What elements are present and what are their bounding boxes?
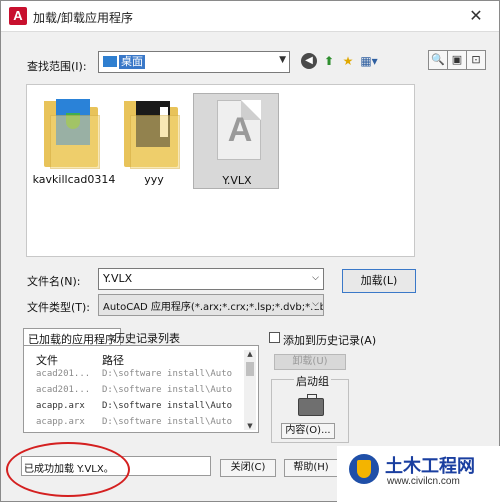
chevron-down-icon[interactable]: ⌵: [312, 299, 319, 309]
watermark-title: 土木工程网: [385, 456, 475, 476]
file-item-kavkillcad0314[interactable]: kavkillcad0314: [31, 93, 117, 189]
close-icon[interactable]: ✕: [465, 5, 487, 27]
up-folder-icon[interactable]: ⬆: [321, 53, 337, 69]
scroll-thumb[interactable]: [246, 362, 254, 376]
search-location-icon[interactable]: ▣: [447, 50, 467, 70]
add-history-label[interactable]: 添加到历史记录(A): [283, 332, 376, 348]
unload-button[interactable]: 卸载(U): [274, 354, 346, 370]
list-item[interactable]: acad201... D:\software install\Auto: [30, 382, 244, 398]
list-item[interactable]: acad201... D:\software install\Auto: [30, 366, 244, 382]
filename-value: Y.VLX: [103, 272, 133, 285]
scroll-down-icon[interactable]: ▼: [244, 422, 256, 430]
loaded-apps-panel: 文件 路径 acad201... D:\software install\Aut…: [23, 345, 259, 433]
add-history-checkbox[interactable]: [269, 332, 280, 343]
filetype-label: 文件类型(T):: [27, 301, 91, 314]
tab-history-list[interactable]: 历史记录列表: [110, 328, 184, 346]
new-folder-icon[interactable]: ★: [340, 53, 356, 69]
file-name: kavkillcad0314: [32, 173, 116, 186]
help-button[interactable]: 帮助(H): [284, 459, 338, 477]
folder-icon: [44, 97, 104, 169]
back-icon[interactable]: ◀: [301, 53, 317, 69]
file-list-pane[interactable]: kavkillcad0314 yyy A Y.VLX: [26, 84, 415, 257]
load-button[interactable]: 加载(L): [342, 269, 416, 293]
list-scrollbar[interactable]: ▲ ▼: [244, 350, 256, 430]
lookin-dropdown[interactable]: 桌面 ▼: [98, 51, 290, 73]
lookin-value: 桌面: [119, 55, 145, 69]
loaded-apps-list[interactable]: 文件 路径 acad201... D:\software install\Aut…: [30, 352, 244, 430]
autocad-icon: A: [9, 7, 27, 25]
tab-loaded-applications[interactable]: 已加载的应用程序: [23, 328, 121, 346]
filename-label: 文件名(N):: [27, 275, 81, 288]
file-name: yyy: [144, 173, 164, 186]
watermark-url: www.civilcn.com: [387, 476, 460, 487]
red-circle-annotation: [6, 442, 130, 497]
load-unload-dialog: A 加载/卸载应用程序 ✕ 查找范围(I): 桌面 ▼ ◀ ⬆ ★ ▦▾ 🔍 ▣…: [0, 0, 500, 502]
filetype-value: AutoCAD 应用程序(*.arx;*.crx;*.lsp;*.dvb;*.d…: [103, 302, 324, 313]
lookin-label: 查找范围(I):: [27, 60, 87, 73]
file-item-y-vlx[interactable]: A Y.VLX: [193, 93, 279, 189]
ftp-icon[interactable]: ⊡: [466, 50, 486, 70]
scroll-up-icon[interactable]: ▲: [244, 350, 256, 358]
title-bar: A 加载/卸载应用程序 ✕: [1, 1, 499, 32]
chevron-down-icon[interactable]: ⌵: [312, 273, 319, 283]
window-title: 加载/卸载应用程序: [33, 11, 134, 25]
filename-input[interactable]: Y.VLX ⌵: [98, 268, 324, 290]
find-file-icon[interactable]: 🔍: [428, 50, 448, 70]
views-menu-icon[interactable]: ▦▾: [359, 53, 379, 69]
desktop-folder-icon: [103, 56, 117, 67]
close-button[interactable]: 关闭(C): [220, 459, 276, 477]
filetype-dropdown[interactable]: AutoCAD 应用程序(*.arx;*.crx;*.lsp;*.dvb;*.d…: [98, 294, 324, 316]
contents-button[interactable]: 内容(O)...: [281, 423, 335, 439]
folder-icon: [124, 97, 184, 169]
chevron-down-icon[interactable]: ▼: [279, 55, 286, 65]
watermark: 土木工程网 www.civilcn.com: [337, 446, 500, 502]
startup-group-title: 启动组: [294, 373, 331, 389]
civilcn-logo-icon: [349, 454, 379, 484]
file-name: Y.VLX: [222, 174, 252, 187]
list-item[interactable]: acapp.arx D:\software install\Auto: [30, 414, 244, 430]
vlx-file-icon: A: [207, 98, 267, 170]
list-item[interactable]: acapp.arx D:\software install\Auto: [30, 398, 244, 414]
list-header: 文件 路径: [30, 352, 244, 367]
file-item-yyy[interactable]: yyy: [111, 93, 197, 189]
briefcase-icon: [298, 394, 324, 416]
